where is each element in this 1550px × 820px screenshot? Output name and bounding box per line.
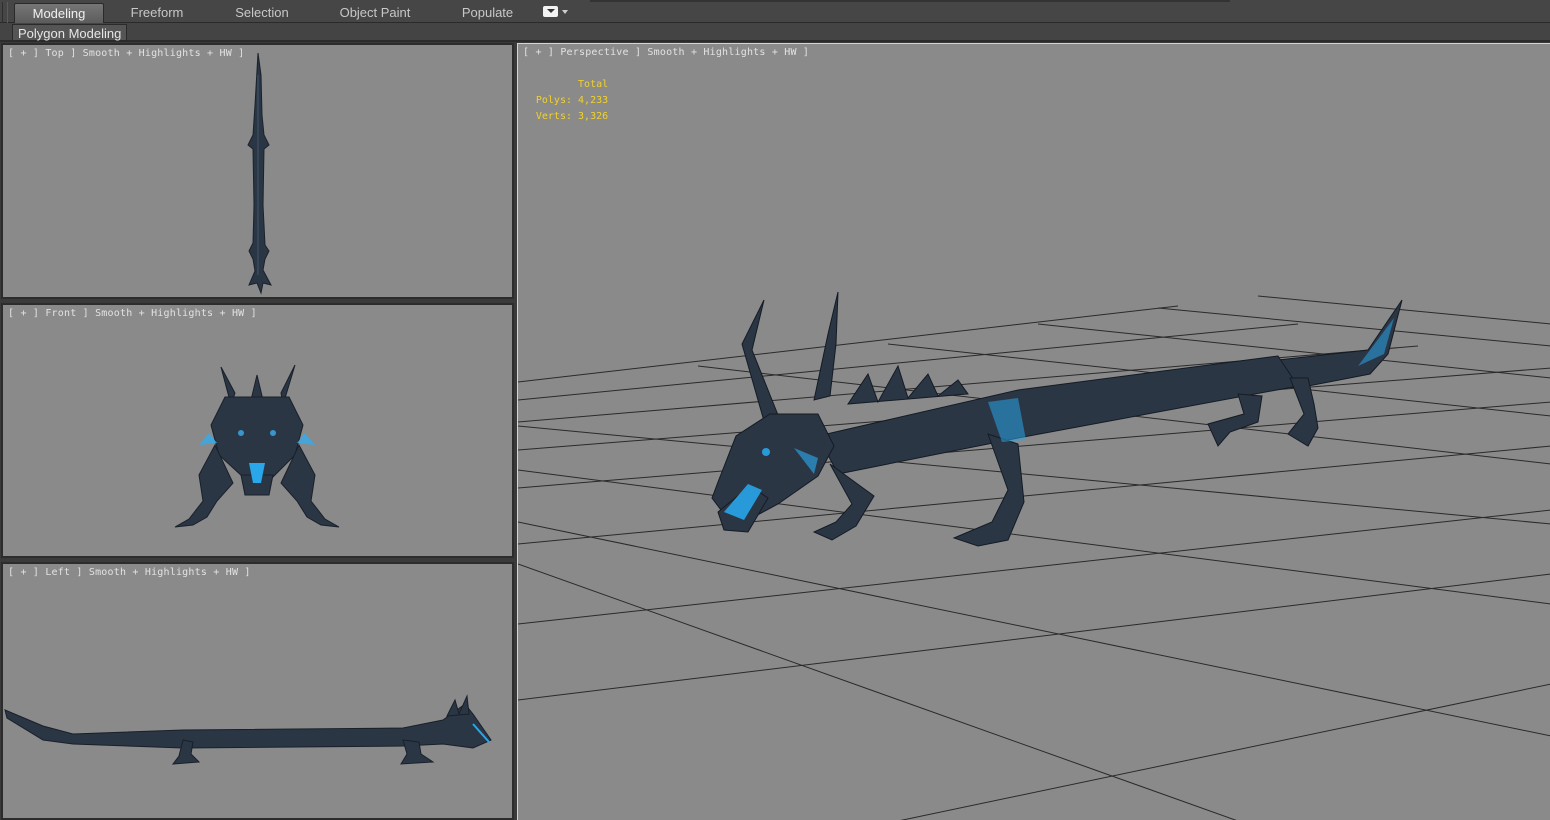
tab-modeling[interactable]: Modeling <box>14 3 104 23</box>
ribbon-options-dropdown-icon[interactable] <box>543 6 570 18</box>
home-grid <box>518 295 1550 820</box>
perspective-view-scene <box>518 291 1550 820</box>
panel-polygon-modeling[interactable]: Polygon Modeling <box>12 24 128 41</box>
viewport-label[interactable]: [ + ] Perspective ] Smooth + Highlights … <box>523 47 809 58</box>
viewport-label[interactable]: [ + ] Front ] Smooth + Highlights + HW ] <box>8 308 257 319</box>
left-view-dragon-model <box>4 694 492 765</box>
stats-polys-row: Polys: 4,233 <box>532 93 608 109</box>
stats-verts-label: Verts: <box>535 111 572 122</box>
tab-freeform[interactable]: Freeform <box>118 3 196 23</box>
front-view-dragon-model <box>174 364 340 528</box>
stats-verts-value: 3,326 <box>578 111 609 122</box>
stats-header-row: Total <box>532 77 608 93</box>
ribbon-panel-bar: Polygon Modeling <box>0 23 1550 42</box>
tab-populate[interactable]: Populate <box>450 3 525 23</box>
viewport-top[interactable]: [ + ] Top ] Smooth + Highlights + HW ] <box>1 43 514 299</box>
stats-verts-row: Verts: 3,326 <box>532 109 608 125</box>
chevron-down-icon <box>562 10 568 14</box>
ribbon-divider <box>590 0 1230 2</box>
viewport-left[interactable]: [ + ] Left ] Smooth + Highlights + HW ] <box>1 562 514 820</box>
top-view-dragon-model <box>247 52 272 295</box>
viewport-label[interactable]: [ + ] Left ] Smooth + Highlights + HW ] <box>8 567 251 578</box>
viewport-label[interactable]: [ + ] Top ] Smooth + Highlights + HW ] <box>8 48 244 59</box>
ribbon-options-box-icon <box>543 6 558 17</box>
dragon-model <box>711 291 1403 547</box>
stats-polys-label: Polys: <box>535 95 572 106</box>
viewport-perspective[interactable]: [ + ] Perspective ] Smooth + Highlights … <box>517 43 1550 820</box>
viewport-front[interactable]: [ + ] Front ] Smooth + Highlights + HW ] <box>1 303 514 558</box>
stats-header: Total <box>578 79 609 90</box>
tab-object-paint[interactable]: Object Paint <box>330 3 420 23</box>
ribbon-tab-bar: Modeling Freeform Selection Object Paint… <box>0 0 1550 38</box>
tab-selection[interactable]: Selection <box>222 3 302 23</box>
stats-polys-value: 4,233 <box>578 95 609 106</box>
viewport-statistics: Total Polys: 4,233 Verts: 3,326 <box>532 77 608 125</box>
